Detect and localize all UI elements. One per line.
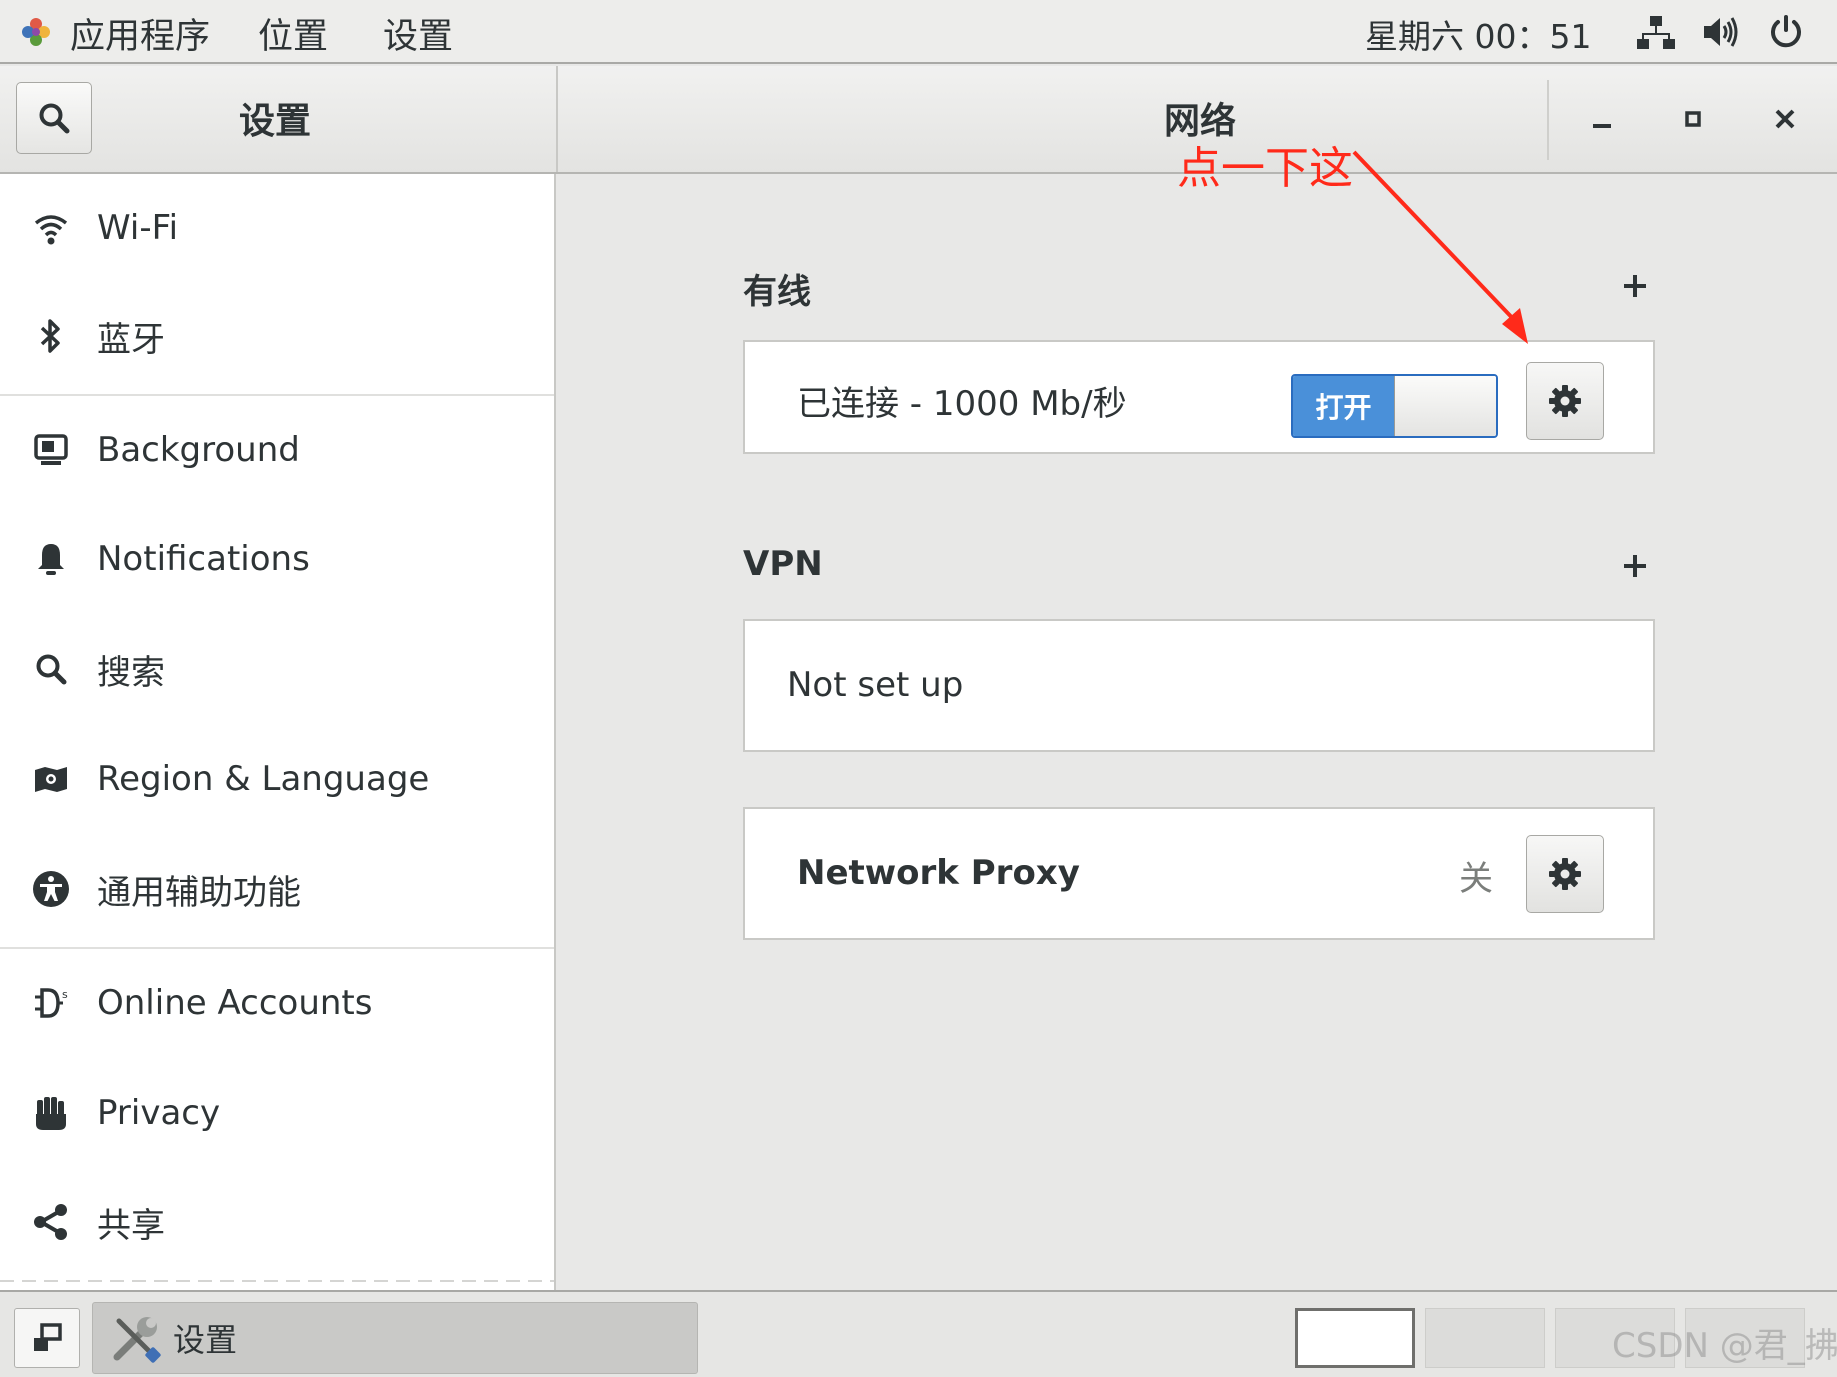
accessibility-icon bbox=[30, 868, 72, 910]
taskbar-item-label: 设置 bbox=[173, 1321, 238, 1359]
sidebar-item-bluetooth[interactable]: 蓝牙 bbox=[0, 282, 554, 390]
bluetooth-icon bbox=[30, 315, 72, 357]
sidebar-item-background[interactable]: Background bbox=[0, 396, 554, 504]
search-button[interactable] bbox=[16, 82, 92, 154]
minimize-button[interactable] bbox=[1577, 94, 1627, 144]
sidebar-item-label: Background bbox=[97, 430, 300, 470]
sidebar-item-privacy[interactable]: Privacy bbox=[0, 1059, 554, 1167]
add-wired-button[interactable] bbox=[1615, 266, 1655, 306]
settings-tools-icon bbox=[113, 1317, 161, 1363]
close-icon bbox=[1775, 109, 1795, 129]
sidebar-item-wifi[interactable]: Wi-Fi bbox=[0, 174, 554, 282]
sidebar-item-accessibility[interactable]: 通用辅助功能 bbox=[0, 835, 554, 943]
hand-icon bbox=[30, 1092, 72, 1134]
plus-icon bbox=[1624, 275, 1646, 297]
sidebar-scroll-edge bbox=[0, 1280, 554, 1282]
sidebar-item-search[interactable]: 搜索 bbox=[0, 615, 554, 723]
annotation-text: 点一下这 bbox=[1177, 143, 1353, 194]
sidebar-item-label: Wi-Fi bbox=[97, 208, 179, 248]
add-vpn-button[interactable] bbox=[1615, 546, 1655, 586]
bottom-taskbar: 设置 bbox=[0, 1290, 1837, 1377]
top-bar: 应用程序 位置 设置 星期六 00：51 bbox=[0, 0, 1837, 64]
maximize-icon bbox=[1685, 111, 1701, 127]
applications-menu[interactable]: 应用程序 bbox=[70, 8, 210, 59]
show-desktop-button[interactable] bbox=[14, 1308, 80, 1368]
wifi-icon bbox=[30, 207, 72, 249]
network-wired-icon[interactable] bbox=[1636, 12, 1676, 52]
network-proxy-row[interactable]: Network Proxy 关 bbox=[743, 807, 1655, 940]
plus-icon bbox=[1624, 555, 1646, 577]
window-list-icon bbox=[34, 1323, 62, 1351]
search-icon bbox=[39, 103, 70, 134]
proxy-settings-button[interactable] bbox=[1526, 835, 1604, 913]
power-icon[interactable] bbox=[1766, 12, 1806, 52]
network-panel: 有线 已连接 - 1000 Mb/秒 打开 VPN Not set up Net… bbox=[558, 174, 1837, 1290]
sidebar-item-label: Notifications bbox=[97, 539, 310, 579]
workspace-1[interactable] bbox=[1295, 1308, 1415, 1368]
sidebar-item-sharing[interactable]: 共享 bbox=[0, 1168, 554, 1276]
sidebar-item-label: 蓝牙 bbox=[97, 319, 165, 360]
close-button[interactable] bbox=[1760, 94, 1810, 144]
vpn-empty-text: Not set up bbox=[787, 665, 964, 705]
sidebar-item-label: 搜索 bbox=[97, 652, 165, 693]
share-icon bbox=[30, 1201, 72, 1243]
wired-section-title: 有线 bbox=[743, 272, 811, 312]
taskbar-item-settings[interactable]: 设置 bbox=[92, 1302, 698, 1374]
clock[interactable]: 星期六 00：51 bbox=[1365, 10, 1591, 58]
sidebar-item-region-language[interactable]: Region & Language bbox=[0, 725, 554, 833]
applications-logo-icon[interactable] bbox=[18, 14, 54, 50]
window-controls-separator bbox=[1547, 80, 1549, 160]
sidebar-item-label: Online Accounts bbox=[97, 983, 373, 1023]
sidebar-item-notifications[interactable]: Notifications bbox=[0, 505, 554, 613]
window-header-bar: 设置 网络 bbox=[0, 66, 1837, 174]
sidebar-item-label: 共享 bbox=[97, 1205, 165, 1246]
settings-sidebar: Wi-Fi 蓝牙 Background Notifications 搜索 Reg… bbox=[0, 174, 556, 1290]
volume-icon[interactable] bbox=[1700, 12, 1740, 52]
vpn-section-title: VPN bbox=[743, 544, 823, 584]
wired-connection-row: 已连接 - 1000 Mb/秒 打开 bbox=[743, 340, 1655, 454]
network-proxy-state: 关 bbox=[1459, 859, 1493, 899]
gear-icon bbox=[1549, 858, 1581, 890]
gear-icon bbox=[1549, 385, 1581, 417]
svg-text:s: s bbox=[62, 988, 68, 1001]
bell-icon bbox=[30, 538, 72, 580]
watermark: CSDN @君_拂 bbox=[1612, 1326, 1837, 1366]
network-proxy-label: Network Proxy bbox=[797, 853, 1080, 893]
sidebar-title: 设置 bbox=[238, 101, 311, 142]
annotation-arrow-icon bbox=[1352, 150, 1528, 344]
wired-settings-button[interactable] bbox=[1526, 362, 1604, 440]
maximize-button[interactable] bbox=[1668, 94, 1718, 144]
vpn-empty-row: Not set up bbox=[743, 619, 1655, 752]
search-icon bbox=[30, 648, 72, 690]
sidebar-item-label: Region & Language bbox=[97, 759, 430, 799]
switch-knob bbox=[1394, 376, 1496, 436]
sidebar-header: 设置 bbox=[0, 66, 558, 172]
wired-status: 已连接 - 1000 Mb/秒 bbox=[797, 384, 1127, 424]
places-menu[interactable]: 位置 bbox=[258, 8, 328, 59]
workspace-2[interactable] bbox=[1425, 1308, 1545, 1368]
switch-on-label: 打开 bbox=[1293, 376, 1394, 436]
sidebar-item-label: Privacy bbox=[97, 1093, 221, 1133]
online-accounts-icon: s bbox=[30, 982, 72, 1024]
wired-toggle-switch[interactable]: 打开 bbox=[1291, 374, 1498, 438]
sidebar-item-label: 通用辅助功能 bbox=[97, 872, 301, 913]
minimize-icon bbox=[1593, 124, 1611, 128]
settings-app-menu[interactable]: 设置 bbox=[383, 8, 453, 59]
sidebar-item-online-accounts[interactable]: s Online Accounts bbox=[0, 949, 554, 1057]
region-icon bbox=[30, 758, 72, 800]
background-icon bbox=[30, 429, 72, 471]
